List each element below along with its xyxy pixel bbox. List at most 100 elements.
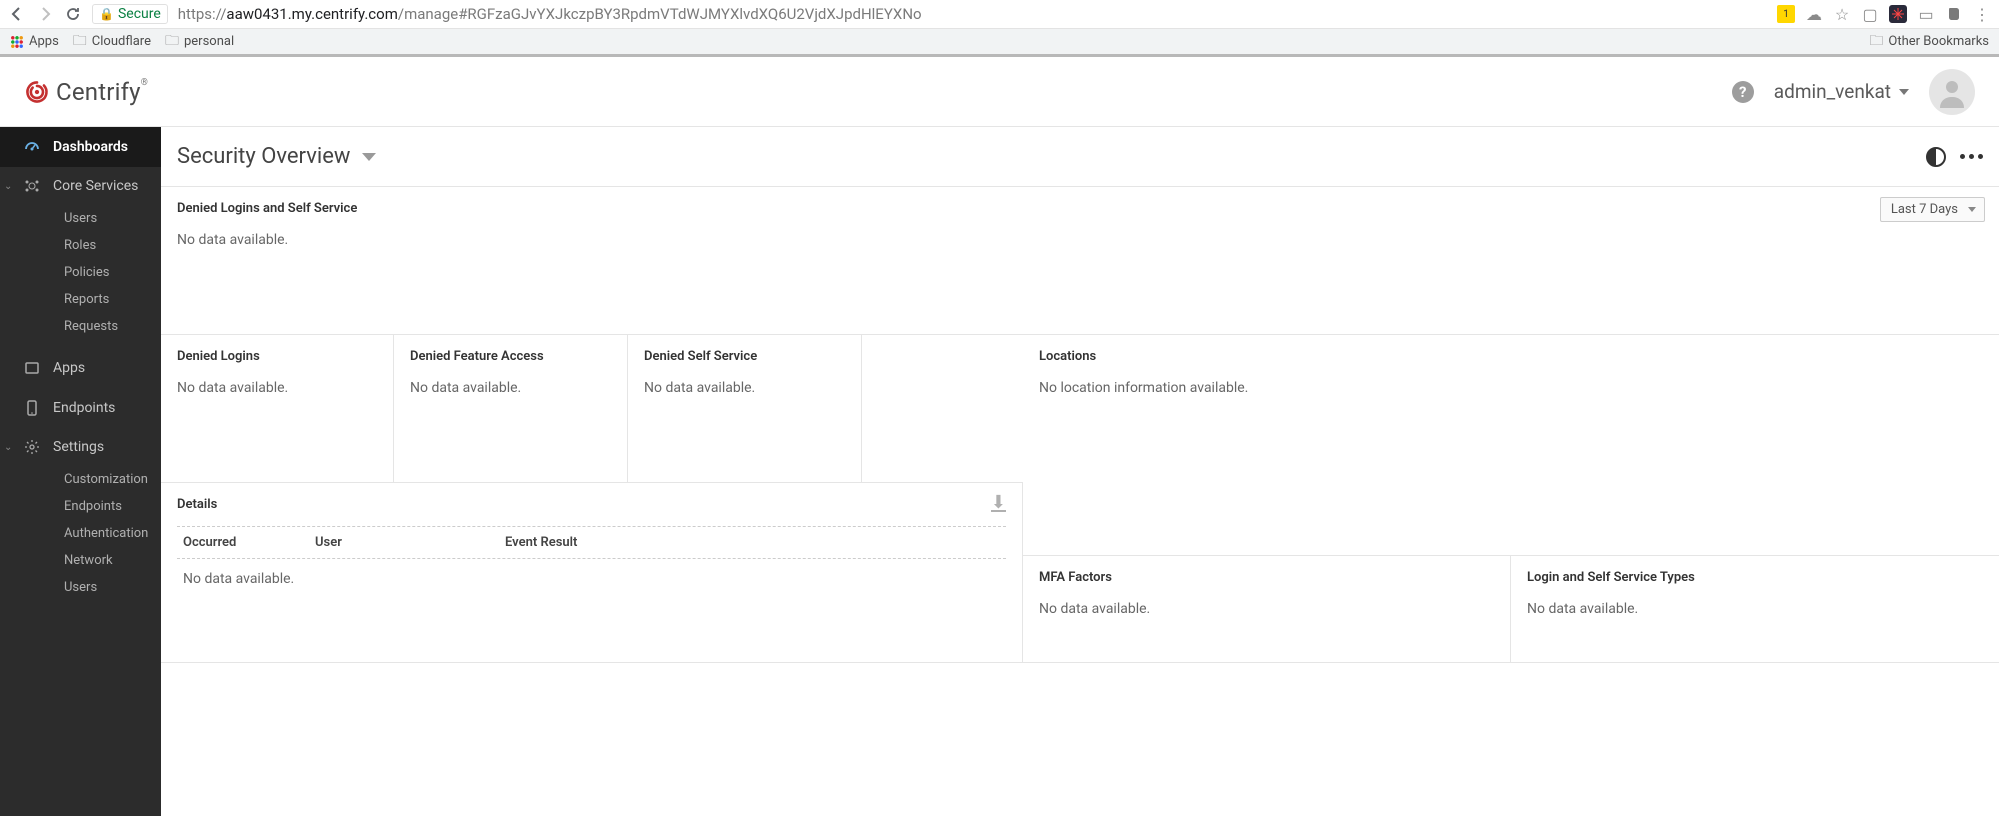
main-content: Security Overview Denied Logins and Self… [161,127,1999,816]
caret-down-icon [1968,207,1976,212]
sidebar-sub-requests[interactable]: Requests [0,313,161,340]
folder-icon: 🗀 [73,30,87,54]
sidebar-sub-users[interactable]: Users [0,205,161,232]
contrast-toggle-icon[interactable] [1926,147,1946,167]
sidebar-sub-label: Users [64,580,97,595]
reload-button[interactable] [64,5,82,23]
chrome-menu-icon[interactable]: ⋮ [1973,5,1991,23]
extension-icon-5[interactable]: ▭ [1917,5,1935,23]
sidebar-item-label: Core Services [53,178,138,194]
sidebar-sub-label: Authentication [64,526,148,541]
widget-body: No data available. [1527,601,1983,617]
sidebar-item-apps[interactable]: Apps [0,348,161,388]
extension-icon-1[interactable]: 1 [1777,5,1795,23]
logo[interactable]: Centrify® [24,78,148,106]
sidebar-sub-roles[interactable]: Roles [0,232,161,259]
sidebar-sub-authentication[interactable]: Authentication [0,520,161,547]
sidebar-sub-network[interactable]: Network [0,547,161,574]
evernote-icon[interactable] [1945,5,1963,23]
extension-icon-4[interactable] [1889,5,1907,23]
avatar[interactable] [1929,69,1975,115]
star-icon[interactable]: ☆ [1833,5,1851,23]
sidebar-sub-label: Policies [64,265,109,280]
widget-denied-logins-self-service: Denied Logins and Self Service No data a… [161,187,1999,335]
url-bar[interactable]: https://aaw0431.my.centrify.com/manage#R… [178,5,1767,23]
widget-title: Denied Logins and Self Service [177,201,1983,216]
avatar-icon [1936,76,1968,108]
page-title-dropdown-icon[interactable] [362,153,376,161]
widget-title: MFA Factors [1039,570,1494,585]
dashboard: Denied Logins and Self Service No data a… [161,187,1999,816]
app-header: Centrify® ? admin_venkat [0,57,1999,127]
personal-bookmark-label: personal [184,34,234,49]
browser-chrome: 🔒 Secure https://aaw0431.my.centrify.com… [0,0,1999,54]
sidebar-sub-endpoints[interactable]: Endpoints [0,493,161,520]
endpoints-icon [24,400,40,416]
time-range-label: Last 7 Days [1891,202,1958,217]
cloudflare-bookmark-label: Cloudflare [92,34,151,49]
caret-down-icon [1899,89,1909,95]
sidebar-item-label: Dashboards [53,139,128,155]
user-menu[interactable]: admin_venkat [1774,80,1909,103]
time-range-select[interactable]: Last 7 Days [1880,197,1985,222]
widget-denied-self-service: Denied Self Service No data available. [628,335,862,483]
cloudflare-bookmark[interactable]: 🗀 Cloudflare [73,30,151,54]
sidebar-item-core-services[interactable]: ⌄ Core Services [0,167,161,205]
url-path: /manage#RGFzaGJvYXJkczpBY3RpdmVTdWJMYXlv… [398,5,922,23]
sidebar-item-dashboards[interactable]: Dashboards [0,127,161,167]
apps-icon [24,360,40,376]
sidebar-sub-policies[interactable]: Policies [0,259,161,286]
page-title: Security Overview [177,144,350,169]
forward-button[interactable] [36,5,54,23]
widget-body: No data available. [410,380,611,396]
more-actions-icon[interactable] [1960,154,1983,159]
widget-details: Details ⬇ Occurred User Event Result No … [161,483,1023,663]
sidebar-sub-label: Endpoints [64,499,122,514]
core-services-icon [24,178,40,194]
download-icon[interactable]: ⬇ [991,497,1006,512]
widget-denied-feature-access: Denied Feature Access No data available. [394,335,628,483]
widget-title: Login and Self Service Types [1527,570,1983,585]
sidebar-item-label: Apps [53,360,85,376]
col-occurred[interactable]: Occurred [183,535,315,550]
url-scheme: https:// [178,5,227,23]
folder-icon: 🗀 [1869,30,1883,54]
other-bookmarks[interactable]: 🗀 Other Bookmarks [1869,30,1989,54]
details-empty: No data available. [177,559,1006,599]
col-user[interactable]: User [315,535,505,550]
help-icon[interactable]: ? [1732,81,1754,103]
dashboard-icon [24,139,40,155]
sidebar-item-endpoints[interactable]: Endpoints [0,388,161,428]
username-label: admin_venkat [1774,80,1891,103]
widget-title: Details [177,497,217,512]
secure-badge[interactable]: 🔒 Secure [92,4,168,24]
sidebar-sub-label: Requests [64,319,118,334]
widget-title: Locations [1039,349,1983,364]
extension-icon-3[interactable]: ▢ [1861,5,1879,23]
sidebar-sub-customization[interactable]: Customization [0,466,161,493]
widget-body: No data available. [1039,601,1494,617]
details-columns: Occurred User Event Result [177,526,1006,559]
bookmarks-bar: Apps 🗀 Cloudflare 🗀 personal 🗀 Other Boo… [0,28,1999,54]
lock-icon: 🔒 [99,7,114,21]
chevron-down-icon: ⌄ [4,442,12,453]
sidebar-sub-settings-users[interactable]: Users [0,574,161,601]
apps-bookmark[interactable]: Apps [10,34,59,49]
col-event[interactable]: Event Result [505,535,1000,550]
sidebar-sub-label: Customization [64,472,148,487]
sidebar-sub-label: Roles [64,238,96,253]
sidebar-item-settings[interactable]: ⌄ Settings [0,428,161,466]
widget-body: No data available. [177,232,1983,248]
widget-denied-logins: Denied Logins No data available. [161,335,394,483]
back-button[interactable] [8,5,26,23]
logo-mark-icon [24,79,50,105]
sidebar-sub-label: Reports [64,292,109,307]
url-host: aaw0431.my.centrify.com [226,5,397,23]
sidebar: Dashboards ⌄ Core Services Users Roles P… [0,127,161,816]
other-bookmarks-label: Other Bookmarks [1888,34,1989,49]
personal-bookmark[interactable]: 🗀 personal [165,30,234,54]
widget-title: Denied Logins [177,349,377,364]
gear-icon [24,439,40,455]
sidebar-sub-reports[interactable]: Reports [0,286,161,313]
extension-icon-cloud[interactable]: ☁ [1805,5,1823,23]
